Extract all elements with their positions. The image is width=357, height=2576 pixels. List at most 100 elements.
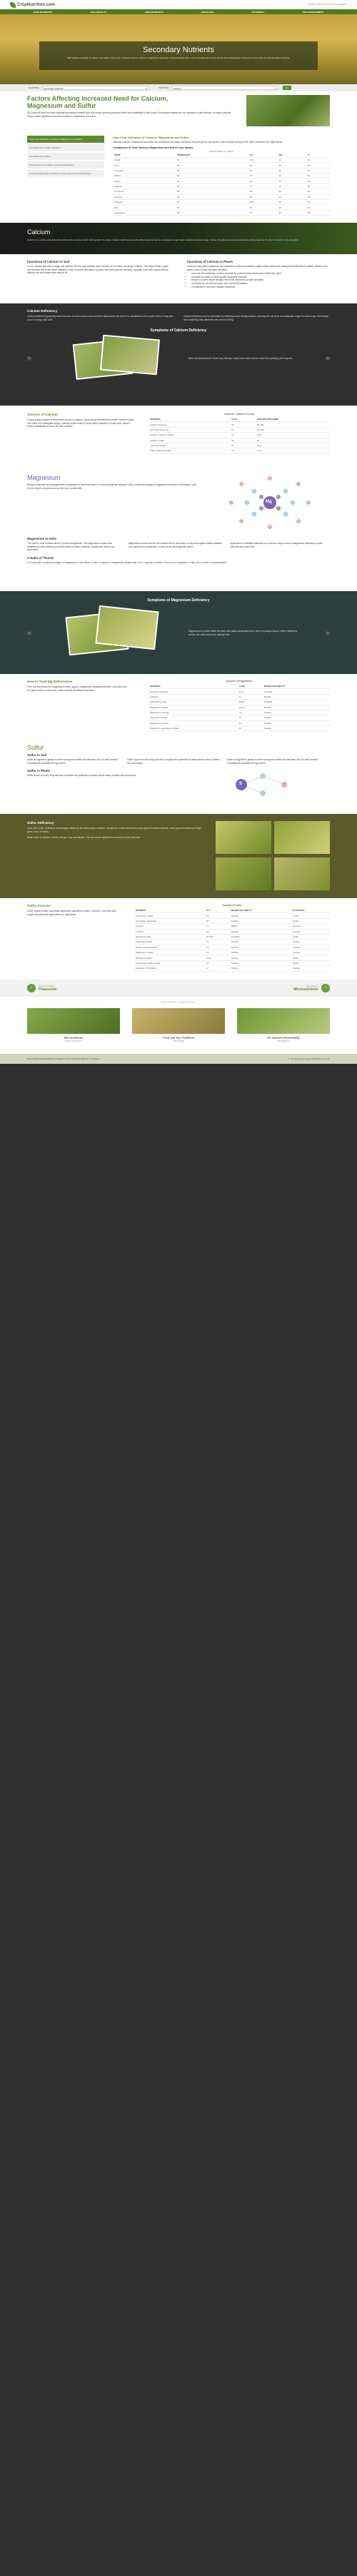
- related-card[interactable]: Micronutrients CROP NUTRIENTS: [27, 1008, 120, 1042]
- table-cell: Soluble: [229, 950, 292, 956]
- sulfur-title: Sulfur: [27, 744, 44, 751]
- arrow-left-icon: ‹: [27, 984, 36, 992]
- related-card-sub: FERTILIZER: [173, 1040, 184, 1042]
- top-right-text[interactable]: MOSAIC CROP NUTRITION LEARNING: [308, 3, 347, 6]
- table-cell: Tomatoes: [113, 188, 176, 195]
- sulfur-symptom-photo: [274, 821, 330, 854]
- table-cell: 12: [204, 960, 230, 967]
- table-cell: Peanuts: [113, 183, 176, 190]
- table-cell: Calcium nitrate: [149, 438, 231, 443]
- col-header: S: [306, 152, 330, 158]
- section-select-value: Calcium: [173, 87, 181, 90]
- calcium-deficiency-col1: Calcium deficiency generally does not oc…: [27, 315, 174, 321]
- table-cell: 25: [306, 168, 330, 174]
- sulfur-soil-body: Sulfur is supplied to plants from the so…: [27, 758, 119, 765]
- footer-bar: RESOURCE & RESEARCH CONNECT WITH MOSAIC …: [0, 1054, 357, 1064]
- sulfur-deficiency-section: Sulfur Deficiency In the field, sulfur d…: [0, 814, 357, 898]
- table-cell: Soluble: [262, 725, 330, 732]
- nav-item-fertilizer[interactable]: FERTILIZER: [201, 11, 213, 14]
- table-cell: 22: [204, 929, 230, 935]
- mg-sources-section: How to Treat Mg Deficiencies If the soil…: [0, 680, 357, 741]
- table-cell: 20: [306, 173, 330, 179]
- factor-item[interactable]: Decreased Deposition of Sulfur Compounds…: [27, 170, 104, 177]
- table-row: K-Mag® 22 Soluble Neutral: [134, 929, 330, 935]
- calcium-sources-section: Sources of Calcium A good liming program…: [0, 413, 357, 468]
- go-button[interactable]: GO: [282, 86, 291, 90]
- factor-item[interactable]: Increased Crop Yields: [27, 153, 104, 160]
- factor-item[interactable]: Decreased Use of Sulfur-Containing Pesti…: [27, 161, 104, 168]
- calcium-table-body: Calcitic limestone 32 85-100 Dolomitic lime…: [149, 421, 330, 454]
- table-row: Calcitic limestone 32 85-100: [149, 421, 330, 428]
- sulfur-photo-grid: [216, 821, 330, 891]
- table-cell: Acidic: [291, 960, 330, 967]
- table-cell: Magnesium oxide: [149, 699, 238, 705]
- col-header: MG: [277, 152, 306, 158]
- table-row: Tomatoes 65 25 30 40: [113, 188, 330, 195]
- mg-element-label: Mg: [266, 500, 272, 504]
- carousel-prev-icon[interactable]: ‹: [27, 631, 31, 635]
- table-row: Ammonium sulfate 24 Soluble Acidic: [134, 912, 330, 919]
- nav-item-efficiency[interactable]: EFFICIENCY: [252, 11, 265, 14]
- table-cell: Oranges: [113, 199, 176, 206]
- prev-chapter-link[interactable]: ‹ Previous Chapter Potassium: [27, 984, 56, 992]
- table-cell: Neutral: [291, 950, 330, 956]
- table-cell: 95-108: [255, 427, 330, 433]
- table-cell: Magnesium sulfate: [134, 950, 205, 956]
- table-cell: 30: [306, 178, 330, 184]
- uptake-table: CROP PHOSPHATE CA MG S Alfalfa 60 160 40 40 C…: [113, 152, 330, 216]
- chapter-select[interactable]: Secondary Nutrients ▾: [41, 86, 149, 90]
- chevron-down-icon: ▾: [275, 87, 276, 90]
- table-cell: Soluble: [229, 939, 292, 945]
- table-cell: K-Mag®: [149, 694, 238, 700]
- calcium-banner: Calcium Calcium is a mobile essential nu…: [0, 223, 357, 254]
- factor-item-active[interactable]: High Crop Utilization of Calcium, Magnes…: [27, 136, 104, 143]
- nav-item-soil-management[interactable]: SOIL MANAGEMENT: [303, 11, 324, 14]
- uptake-table-title: Comparison of Total Calcium, Magnesium a…: [113, 146, 193, 149]
- carousel-next-icon[interactable]: ›: [326, 356, 330, 361]
- related-card-photo: [27, 1008, 120, 1034]
- table-cell: Ammonium thiosulfate: [134, 918, 205, 925]
- table-cell: Neutral: [291, 939, 330, 945]
- calcium-table-title: Common Calcium Sources: [223, 413, 255, 416]
- nav-item-crop-nutrition[interactable]: CROP NUTRITION: [145, 11, 164, 14]
- next-chapter-link[interactable]: Next Chapter Micronutrients ›: [293, 984, 330, 992]
- col-header: % S: [204, 908, 230, 914]
- chlorophyll-diagram: Mg: [220, 474, 320, 531]
- table-cell: 32: [230, 421, 256, 428]
- table-cell: Neutral: [291, 965, 330, 972]
- section-select[interactable]: Calcium ▾: [171, 86, 278, 90]
- table-cell: 20: [277, 194, 306, 200]
- carousel-prev-icon[interactable]: ‹: [27, 356, 31, 361]
- nav-item-soil-fertility[interactable]: SOIL FERTILITY: [91, 11, 107, 14]
- carousel-next-icon[interactable]: ›: [326, 631, 330, 635]
- sulfur-section: Sulfur Sulfur in Soil Sulfur is supplied…: [0, 744, 357, 810]
- hero-title: Secondary Nutrients: [143, 46, 214, 54]
- mg-table-title: Sources of Magnesium: [226, 680, 253, 683]
- chapter-pager: ‹ Previous Chapter Potassium Next Chapte…: [0, 980, 357, 997]
- table-cell: 30: [306, 162, 330, 168]
- table-cell: MicroEssentials®: [134, 955, 205, 961]
- logo[interactable]: CropNutrition.com: [10, 2, 55, 8]
- table-cell: 15: [277, 204, 306, 211]
- table-cell: Neutral: [291, 923, 330, 930]
- table-cell: Magnesium nitrate: [149, 715, 238, 721]
- sulfur-symptom-photo: [274, 857, 330, 890]
- nav-item-crop-nutrients[interactable]: CROP NUTRIENTS: [34, 11, 53, 14]
- table-row: Elemental sulfur 90-100 Insoluble Acidic: [134, 934, 330, 940]
- table-cell: 40: [277, 157, 306, 163]
- footer-links[interactable]: RESOURCE & RESEARCH CONNECT WITH MOSAIC …: [27, 1057, 99, 1060]
- related-card[interactable]: 4R Nutrient Stewardship EFFICIENCY: [237, 1008, 330, 1042]
- table-cell: Soluble: [229, 929, 292, 935]
- table-row: Rice 60 20 15 15: [113, 204, 330, 211]
- table-cell: Dolomitic limestone: [149, 688, 238, 695]
- related-card[interactable]: Food and Dry Fertilizers FERTILIZER: [132, 1008, 225, 1042]
- magnesium-section: Magnesium Being so essential for photosy…: [0, 474, 357, 534]
- factor-item[interactable]: Increased Use of Other Fertilizer: [27, 144, 104, 151]
- table-cell: Soluble: [229, 918, 292, 925]
- section-label: SECTION: [159, 86, 169, 89]
- table-row: Magnesium sulfate 13 Soluble Neutral: [134, 950, 330, 956]
- table-cell: 14: [230, 448, 256, 454]
- sulfur-diagram: S: [220, 769, 306, 800]
- mg-symptom-photo: [95, 605, 159, 650]
- table-cell: Wheat: [113, 173, 176, 179]
